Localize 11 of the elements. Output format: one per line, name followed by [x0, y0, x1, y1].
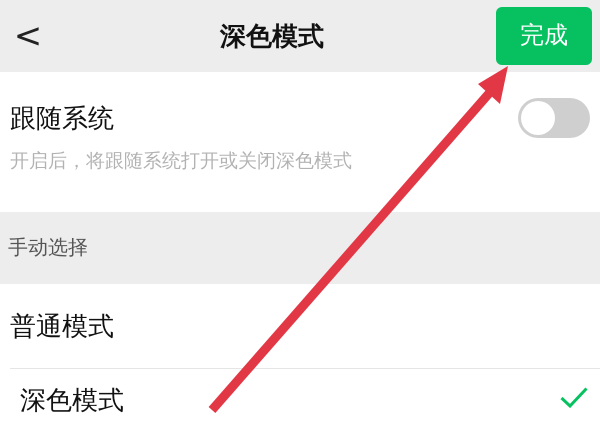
setting-label: 跟随系统 [10, 102, 114, 134]
mode-label: 深色模式 [20, 384, 124, 417]
mode-option[interactable]: 普通模式 [0, 284, 600, 368]
mode-option[interactable]: 深色模式 [10, 368, 600, 423]
setting-description: 开启后，将跟随系统打开或关闭深色模式 [10, 150, 353, 174]
toggle-switch[interactable] [518, 98, 590, 138]
back-button[interactable]: < [8, 19, 48, 53]
section-title: 手动选择 [8, 236, 88, 261]
page-title: 深色模式 [220, 20, 324, 52]
mode-label: 普通模式 [10, 310, 114, 342]
check-icon [560, 387, 588, 408]
